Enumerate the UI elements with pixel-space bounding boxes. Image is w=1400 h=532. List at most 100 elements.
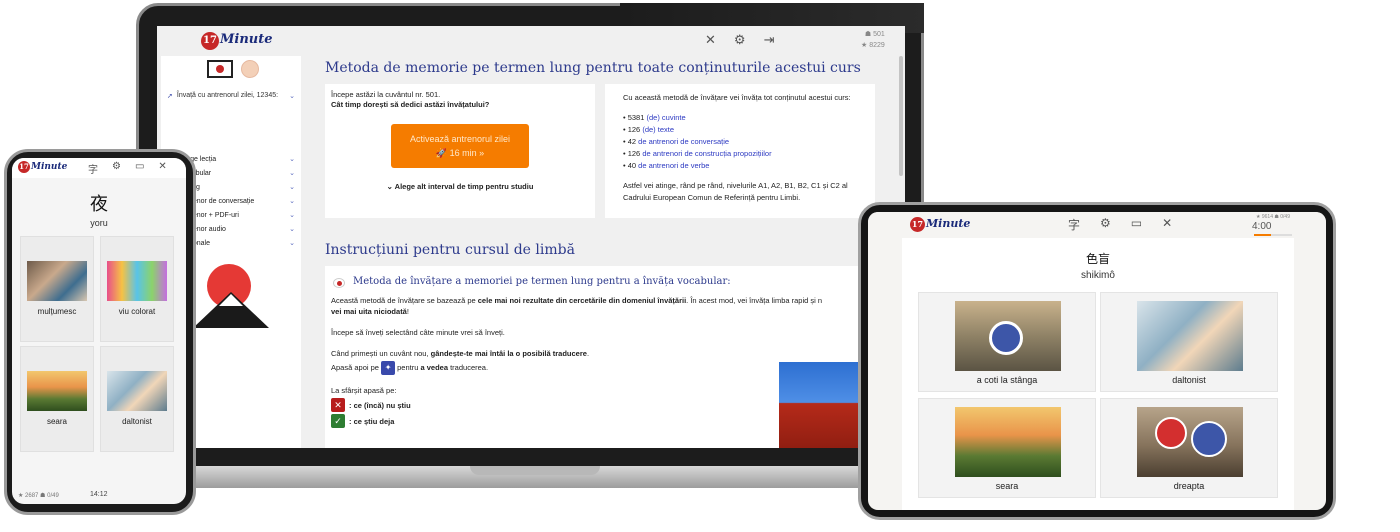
- mute-icon[interactable]: ✕: [1162, 216, 1172, 233]
- footer-timer: 14:12: [90, 491, 108, 498]
- chevron-down-icon: ⌄: [289, 184, 295, 191]
- session-timer: 4:00: [1252, 221, 1272, 232]
- logout-icon[interactable]: ⇥: [764, 32, 775, 48]
- check-icon: ✓: [331, 414, 345, 428]
- list-item: • 40 de antrenori de verbe: [623, 160, 857, 172]
- japanese-flag-icon[interactable]: [207, 60, 233, 78]
- quiz-card: 色盲 shikimô a coti la stânga daltonist se…: [902, 238, 1294, 510]
- text-run: Apasă apoi pe: [331, 363, 382, 372]
- vocab-word: 夜: [90, 194, 108, 215]
- answer-tile[interactable]: seara: [20, 346, 94, 452]
- time-question: Cât timp dorești să dedici astăzi învăța…: [331, 100, 490, 109]
- activate-trainer-button[interactable]: Activează antrenorul zilei 🚀 16 min »: [391, 124, 529, 168]
- footer-stats: ★ 2687 ☗ 0/49: [18, 493, 59, 499]
- logo-badge: 17: [910, 217, 925, 232]
- app-logo[interactable]: 17 Minute: [18, 161, 67, 173]
- page-title: Metoda de memorie pe termen lung pentru …: [325, 60, 861, 76]
- instructions-card: Metoda de învățare a memoriei pe termen …: [325, 266, 885, 448]
- scrollbar[interactable]: [899, 56, 903, 176]
- chevron-down-icon: ⌄: [289, 93, 295, 100]
- right-turn-sign-shape: [1191, 421, 1227, 457]
- item-count: • 42: [623, 137, 637, 146]
- answer-tile[interactable]: daltonist: [1100, 292, 1278, 392]
- content-link[interactable]: (de) cuvinte: [647, 113, 686, 122]
- tablet-screen: 17 Minute 字 ⚙ ▭ ✕ ★ 9614 ☗ 0/49 4:00 色盲 s…: [868, 212, 1326, 510]
- progress-stats: ☗ 501 ★ 8229: [861, 29, 885, 51]
- content-link[interactable]: de antrenori de construcția propozițiilo…: [642, 149, 771, 158]
- tile-photo: [107, 261, 167, 301]
- text-run: Când primești un cuvânt nou,: [331, 349, 431, 358]
- section-title: Instrucțiuni pentru cursul de limbă: [325, 242, 575, 258]
- alternate-interval-link[interactable]: ⌄ Alege alt interval de timp pentru stud…: [325, 182, 595, 191]
- content-list: • 5381 (de) cuvinte • 126 (de) texte • 4…: [623, 112, 857, 172]
- logo-badge: 17: [201, 32, 219, 50]
- instructions-paragraph: Când primești un cuvânt nou, gândește-te…: [331, 348, 879, 359]
- chevron-down-icon: ⌄: [289, 156, 295, 163]
- chevron-down-icon: ⌄: [289, 212, 295, 219]
- app-logo[interactable]: 17 Minute: [201, 32, 273, 50]
- timer-progress-bar: [1254, 234, 1292, 236]
- keyboard-icon[interactable]: ▭: [135, 161, 144, 176]
- answer-tile[interactable]: mulțumesc: [20, 236, 94, 342]
- list-item: • 126 (de) texte: [623, 124, 857, 136]
- answer-tile[interactable]: daltonist: [100, 346, 174, 452]
- tablet-toolbar-icons: 字 ⚙ ▭ ✕: [1068, 216, 1172, 233]
- close-icon: ✕: [331, 398, 345, 412]
- vocab-reading: shikimô: [1081, 270, 1115, 281]
- tile-photo: [107, 371, 167, 411]
- chevron-down-icon: ⌄: [289, 170, 295, 177]
- kanji-toggle-icon[interactable]: 字: [1068, 216, 1080, 233]
- content-intro: Cu această metodă de învățare vei învăța…: [623, 93, 851, 102]
- gear-icon[interactable]: ⚙: [112, 161, 121, 176]
- chevron-down-icon: ⌄: [289, 240, 295, 247]
- text-bold: : ce știu deja: [349, 417, 395, 426]
- avatar[interactable]: [241, 60, 259, 78]
- cta-duration: 🚀 16 min »: [435, 148, 485, 158]
- logo-badge: 17: [18, 161, 30, 173]
- start-word-text: Începe astăzi la cuvântul nr. 501.: [331, 90, 441, 99]
- tile-photo: [27, 261, 87, 301]
- laptop-screen: 17 Minute ✕ ⚙ ⇥ ☗ 501 ★ 8229 ➚ Învață cu …: [157, 26, 905, 448]
- device-mockup-stage: 17 Minute ✕ ⚙ ⇥ ☗ 501 ★ 8229 ➚ Învață cu …: [0, 0, 1400, 532]
- text-run: . În acest mod, vei învăța limba rapid ș…: [686, 296, 823, 305]
- phone-toolbar-icons: 字 ⚙ ▭ ✕: [88, 161, 167, 176]
- mute-icon[interactable]: ✕: [158, 161, 166, 176]
- list-item: • 42 de antrenori de conversație: [623, 136, 857, 148]
- cta-label: Activează antrenorul zilei: [409, 134, 511, 144]
- answer-tile[interactable]: a coti la stânga: [918, 292, 1096, 392]
- phone-top-bar: 17 Minute 字 ⚙ ▭ ✕: [12, 158, 186, 178]
- top-bar: 17 Minute ✕ ⚙ ⇥ ☗ 501 ★ 8229: [157, 26, 905, 56]
- tile-photo: [27, 371, 87, 411]
- content-link[interactable]: (de) texte: [642, 125, 674, 134]
- answer-tile[interactable]: seara: [918, 398, 1096, 498]
- content-link[interactable]: de antrenori de conversație: [638, 137, 729, 146]
- content-link[interactable]: de antrenori de verbe: [638, 161, 709, 170]
- app-logo[interactable]: 17 Minute: [910, 217, 970, 232]
- keyboard-icon[interactable]: ▭: [1131, 216, 1142, 233]
- mute-icon[interactable]: ✕: [705, 32, 716, 48]
- no-entry-sign-shape: [1155, 417, 1187, 449]
- tile-label: viu colorat: [118, 307, 156, 316]
- sidebar-item-daily-trainer[interactable]: ➚ Învață cu antrenorul zilei, 12345: ⌄: [167, 92, 295, 100]
- timer-progress-fill: [1254, 234, 1272, 236]
- lightbulb-icon: ✦: [381, 361, 396, 375]
- answer-tile[interactable]: viu colorat: [100, 236, 174, 342]
- tile-label: seara: [995, 481, 1019, 491]
- tablet-top-bar: 17 Minute 字 ⚙ ▭ ✕ ★ 9614 ☗ 0/49 4:00: [868, 212, 1326, 236]
- instructions-paragraph: Începe să înveți selectând câte minute v…: [331, 328, 505, 337]
- text-run: !: [406, 307, 409, 316]
- text-bold: vei mai uita niciodată: [331, 307, 407, 316]
- text-bold: cele mai noi rezultate din cercetările d…: [477, 296, 687, 305]
- tile-photo: [1137, 301, 1243, 371]
- chevron-down-icon: ⌄: [289, 226, 295, 233]
- phone-footer: ★ 2687 ☗ 0/49 14:12: [12, 488, 186, 504]
- item-count: • 126: [623, 125, 641, 134]
- answer-tile[interactable]: dreapta: [1100, 398, 1278, 498]
- phone-screen: 17 Minute 字 ⚙ ▭ ✕ 夜 yoru mulțumesc viu co…: [12, 158, 186, 504]
- gear-icon[interactable]: ⚙: [734, 32, 746, 48]
- tile-label: a coti la stânga: [976, 375, 1038, 385]
- vocab-reading: yoru: [90, 218, 108, 228]
- kanji-toggle-icon[interactable]: 字: [88, 161, 98, 176]
- levels-text: Astfel vei atinge, rând pe rând, nivelur…: [623, 181, 848, 202]
- gear-icon[interactable]: ⚙: [1100, 216, 1111, 233]
